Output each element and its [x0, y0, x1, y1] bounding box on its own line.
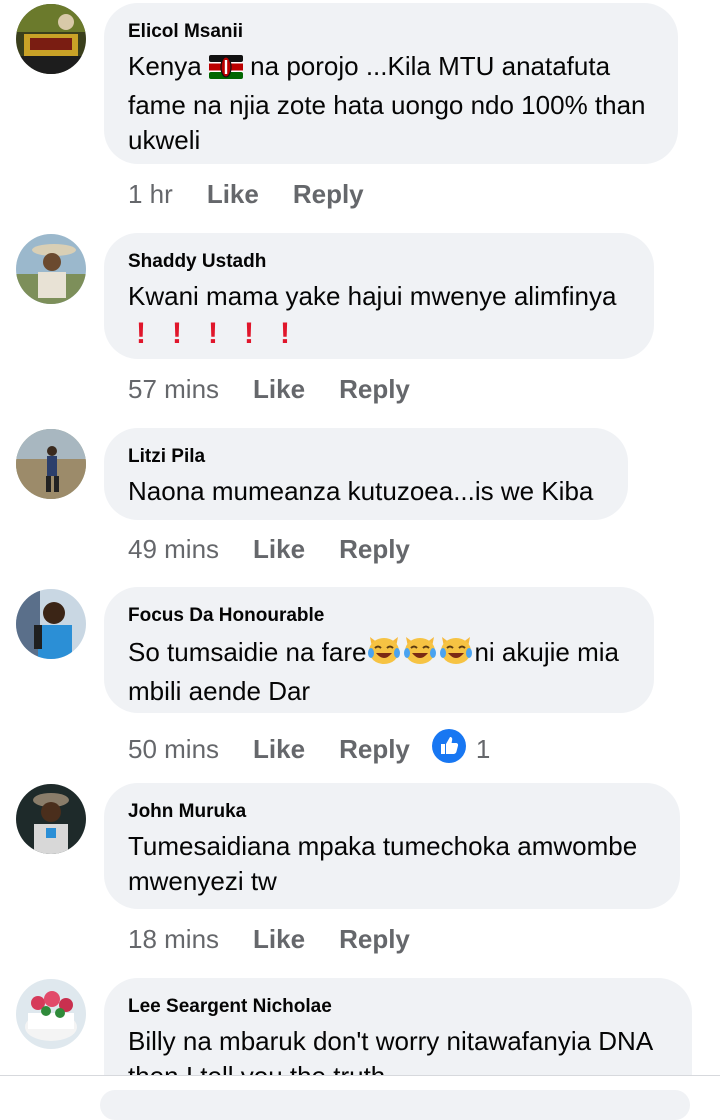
- reply-button[interactable]: Reply: [293, 179, 364, 209]
- comment-bubble[interactable]: Focus Da Honourable So tumsaidie na fare…: [104, 587, 654, 713]
- profile-photo-icon: [16, 979, 86, 1049]
- avatar[interactable]: [16, 589, 86, 659]
- comment-text: Kenya na porojo ...Kila MTU anatafuta fa…: [128, 49, 656, 158]
- comment-actions: 50 mins Like Reply 1: [128, 729, 490, 769]
- comment-actions: 18 mins Like Reply: [128, 924, 444, 954]
- comment-text-part: Kenya: [128, 51, 209, 81]
- like-button[interactable]: Like: [253, 534, 305, 564]
- comment-bubble[interactable]: Elicol Msanii Kenya na porojo ...Kila MT…: [104, 3, 678, 164]
- like-reaction-icon: [431, 729, 466, 769]
- avatar[interactable]: [16, 784, 86, 854]
- comment-author[interactable]: Litzi Pila: [128, 446, 606, 468]
- avatar[interactable]: [16, 4, 86, 74]
- comment-text-part: So tumsaidie na fare: [128, 637, 367, 667]
- comment-text: So tumsaidie na fare ni akujie mia mbili …: [128, 633, 632, 709]
- comment-timestamp[interactable]: 57 mins: [128, 374, 219, 404]
- like-button[interactable]: Like: [253, 924, 305, 954]
- profile-photo-icon: [16, 429, 86, 499]
- like-button[interactable]: Like: [253, 734, 305, 764]
- comment-timestamp[interactable]: 1 hr: [128, 179, 173, 209]
- like-button[interactable]: Like: [207, 179, 259, 209]
- avatar[interactable]: [16, 979, 86, 1049]
- profile-photo-icon: [16, 589, 86, 659]
- reaction-count: 1: [475, 734, 491, 764]
- comment-text: Kwani mama yake hajui mwenye alimfinya: [128, 281, 617, 311]
- avatar[interactable]: [16, 234, 86, 304]
- reply-button[interactable]: Reply: [339, 734, 410, 764]
- comment-text: Tumesaidiana mpaka tumechoka amwombe mwe…: [128, 831, 638, 896]
- exclamation-icon: !: [280, 317, 290, 350]
- comment-author[interactable]: Shaddy Ustadh: [128, 251, 632, 273]
- comment-timestamp[interactable]: 50 mins: [128, 734, 219, 764]
- comment-bubble[interactable]: John Muruka Tumesaidiana mpaka tumechoka…: [104, 783, 680, 909]
- exclamation-icon: !: [208, 317, 218, 350]
- exclamation-row: !!!!!: [128, 316, 632, 352]
- comment-author[interactable]: Lee Seargent Nicholae: [128, 996, 670, 1018]
- comment-timestamp[interactable]: 49 mins: [128, 534, 219, 564]
- profile-photo-icon: [16, 4, 86, 74]
- like-button[interactable]: Like: [253, 374, 305, 404]
- comment-author[interactable]: Focus Da Honourable: [128, 605, 632, 627]
- profile-photo-icon: [16, 784, 86, 854]
- comment-actions: 1 hr Like Reply: [128, 179, 398, 209]
- reaction-summary[interactable]: 1: [431, 729, 491, 769]
- avatar[interactable]: [16, 429, 86, 499]
- comment-timestamp[interactable]: 18 mins: [128, 924, 219, 954]
- comment-text: Naona mumeanza kutuzoea...is we Kiba: [128, 476, 594, 506]
- comment-bubble[interactable]: Litzi Pila Naona mumeanza kutuzoea...is …: [104, 428, 628, 520]
- comment-author[interactable]: John Muruka: [128, 801, 658, 823]
- reply-button[interactable]: Reply: [339, 924, 410, 954]
- comment-bubble[interactable]: Shaddy Ustadh Kwani mama yake hajui mwen…: [104, 233, 654, 359]
- cat-crying-laughing-icon: [366, 633, 402, 674]
- kenya-flag-icon: [208, 53, 243, 88]
- exclamation-icon: !: [136, 317, 146, 350]
- comment-input[interactable]: [100, 1090, 690, 1120]
- reply-button[interactable]: Reply: [339, 534, 410, 564]
- comment-author[interactable]: Elicol Msanii: [128, 21, 656, 43]
- profile-photo-icon: [16, 234, 86, 304]
- comment-actions: 49 mins Like Reply: [128, 534, 444, 564]
- cat-crying-laughing-icon: [438, 633, 474, 674]
- reply-button[interactable]: Reply: [339, 374, 410, 404]
- exclamation-icon: !: [244, 317, 254, 350]
- exclamation-icon: !: [172, 317, 182, 350]
- cat-crying-laughing-icon: [402, 633, 438, 674]
- comment-actions: 57 mins Like Reply: [128, 374, 444, 404]
